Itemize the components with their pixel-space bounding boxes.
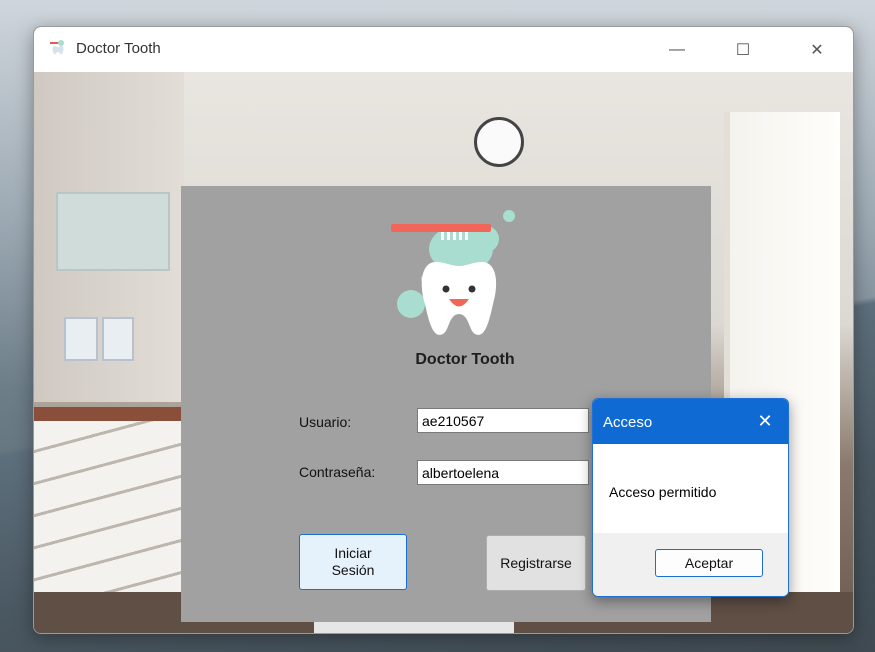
- minimize-button[interactable]: —: [654, 27, 700, 72]
- tooth-logo-icon: [391, 210, 515, 335]
- accept-button[interactable]: Aceptar: [655, 549, 763, 577]
- bg-drawers: [34, 421, 184, 601]
- dialog-close-icon[interactable]: ✕: [753, 411, 777, 431]
- close-button[interactable]: ✕: [794, 27, 840, 72]
- clock-icon: [474, 117, 524, 167]
- dialog-footer: Aceptar: [593, 533, 788, 596]
- register-button[interactable]: Registrarse: [486, 535, 586, 591]
- dialog-title: Acceso: [603, 414, 653, 431]
- brand-title: Doctor Tooth: [415, 351, 515, 368]
- access-dialog: Acceso ✕ Acceso permitido Aceptar: [592, 398, 789, 597]
- password-input[interactable]: [417, 460, 589, 485]
- password-label: Contraseña:: [299, 464, 376, 480]
- tooth-icon: [50, 40, 64, 55]
- title-bar: Doctor Tooth — ☐ ✕: [34, 27, 853, 72]
- user-label: Usuario:: [299, 414, 352, 430]
- bg-poster: [64, 317, 98, 361]
- dialog-message: Acceso permitido: [609, 484, 717, 500]
- dialog-title-bar: Acceso ✕: [593, 399, 788, 444]
- bg-poster: [102, 317, 134, 361]
- bg-counter: [34, 407, 184, 421]
- bg-cabinet: [56, 192, 170, 271]
- login-button-label: Iniciar Sesión: [331, 545, 375, 578]
- dialog-body: Acceso permitido: [593, 444, 788, 533]
- login-button[interactable]: Iniciar Sesión: [299, 534, 407, 590]
- user-input[interactable]: [417, 408, 589, 433]
- maximize-button[interactable]: ☐: [720, 27, 766, 72]
- window-title: Doctor Tooth: [76, 40, 161, 57]
